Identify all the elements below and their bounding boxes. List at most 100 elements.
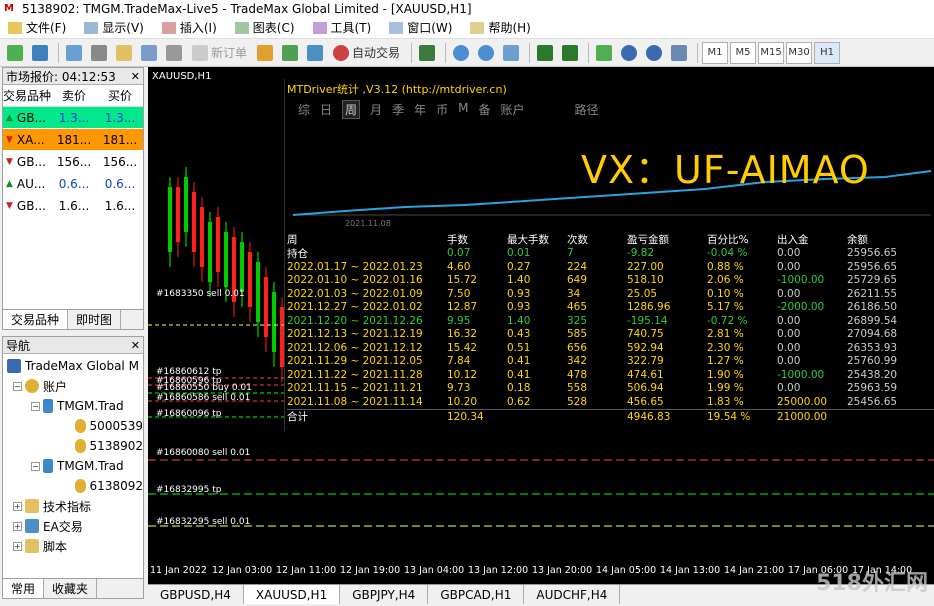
tree-server-1[interactable]: − TMGM.Trad [7, 396, 143, 416]
tree-indicators[interactable]: + 技术指标 [7, 496, 143, 516]
timeframe-m1-button[interactable]: M1 [702, 41, 729, 64]
market-row[interactable]: ▲ GB... 1.3... 1.3... [3, 107, 143, 129]
market-row[interactable]: ▼ GB... 156... 156... [3, 151, 143, 173]
chart-tab[interactable]: XAUUSD,H1 [243, 585, 341, 604]
stats-week-row: 2021.11.22 ~ 2021.11.28 10.12 0.41 478 474.6… [287, 368, 898, 381]
profiles-button[interactable] [29, 42, 51, 64]
zoom-in-button[interactable] [450, 42, 472, 64]
chart-properties-button[interactable] [668, 42, 690, 64]
market-ask: 156... [102, 154, 138, 169]
close-icon[interactable]: ✕ [131, 339, 143, 352]
menu-file[interactable]: 文件(F) [8, 19, 66, 36]
tree-expert-advisors[interactable]: + EA交易 [7, 516, 143, 536]
timeframe-m5-button[interactable]: M5 [730, 41, 757, 64]
tab-tick-chart[interactable]: 即时图 [68, 310, 122, 329]
chart-tab[interactable]: AUDCHF,H4 [524, 585, 621, 604]
column-symbol[interactable]: 交易品种 [3, 87, 51, 104]
templates-button[interactable] [643, 42, 665, 64]
tester-button[interactable] [163, 42, 185, 64]
tree-account[interactable]: 6138092 [7, 476, 143, 496]
terminal-button[interactable] [138, 42, 160, 64]
signals-button[interactable] [279, 42, 301, 64]
stats-nav-item[interactable]: 年 [414, 101, 426, 119]
market-symbol: ▼ XA... [6, 132, 45, 147]
market-watch-button[interactable] [63, 42, 85, 64]
market-row[interactable]: ▼ XA... 181... 181... [3, 129, 143, 151]
chart-shift-button[interactable] [534, 42, 556, 64]
market-bid: 1.3... [58, 110, 90, 125]
stats-nav-item[interactable]: 季 [392, 101, 404, 119]
menu-help[interactable]: 帮助(H) [470, 19, 531, 36]
window-title: 5138902: TMGM.TradeMax-Live5 - TradeMax … [22, 1, 472, 16]
menu-insert[interactable]: 插入(I) [161, 19, 217, 36]
expand-icon[interactable]: + [13, 541, 22, 551]
stats-nav-item[interactable]: 日 [320, 101, 332, 119]
stats-nav-item[interactable]: 备 [478, 101, 490, 119]
collapse-icon[interactable]: − [31, 461, 40, 471]
close-icon[interactable]: ✕ [131, 70, 143, 83]
navigator-button[interactable] [113, 42, 135, 64]
expand-icon[interactable]: + [13, 521, 22, 531]
tab-favorites[interactable]: 收藏夹 [44, 579, 98, 598]
menu-charts[interactable]: 图表(C) [234, 19, 295, 36]
tile-windows-button[interactable] [500, 42, 522, 64]
market-watch-header: 市场报价: 04:12:53 ✕ [3, 68, 143, 85]
tree-scripts[interactable]: + 脚本 [7, 536, 143, 556]
stats-nav-item[interactable]: 路径 [575, 101, 599, 119]
menu-window[interactable]: 窗口(W) [389, 19, 452, 36]
tree-server-2[interactable]: − TMGM.Trad [7, 456, 143, 476]
stats-total-row: 合计 120.34 4946.83 19.54 % 21000.00 [287, 408, 934, 424]
tree-account[interactable]: 5138902 [7, 436, 143, 456]
expand-icon[interactable]: + [13, 501, 22, 511]
periods-button[interactable] [618, 42, 640, 64]
trade-label: #16860586 sell 0.01 [156, 393, 251, 403]
stats-nav-item[interactable]: 周 [342, 100, 361, 119]
tree-root[interactable]: TradeMax Global M [7, 356, 143, 376]
stats-nav-item[interactable]: 月 [370, 101, 382, 119]
market-watch-panel: 市场报价: 04:12:53 ✕ 交易品种 卖价 买价 ▲ GB... 1.3...… [2, 67, 144, 330]
indicators-button[interactable] [593, 42, 615, 64]
stats-nav-item[interactable]: 币 [436, 101, 448, 119]
file-icon [8, 21, 22, 34]
autoscroll-button[interactable] [559, 42, 581, 64]
collapse-icon[interactable]: − [31, 401, 40, 411]
collapse-icon[interactable]: − [13, 381, 22, 391]
chart-tab[interactable]: GBPJPY,H4 [340, 585, 429, 604]
crosshair-button[interactable] [88, 42, 110, 64]
auto-trading-button[interactable]: 自动交易 [329, 42, 404, 64]
stats-nav-item[interactable]: M [458, 101, 468, 119]
terminal-icon [7, 359, 21, 373]
account-icon [75, 439, 86, 453]
time-axis-label: 12 Jan 03:00 [212, 565, 273, 576]
new-chart-button[interactable] [4, 42, 26, 64]
menu-view[interactable]: 显示(V) [84, 19, 144, 36]
vps-icon [307, 44, 324, 61]
vps-button[interactable] [304, 42, 326, 64]
new-order-button[interactable]: 新订单 [188, 42, 251, 64]
candle [184, 177, 188, 232]
market-row[interactable]: ▲ AU... 0.6... 0.6... [3, 173, 143, 195]
tree-accounts[interactable]: − 账户 [7, 376, 143, 396]
market-row[interactable]: ▼ GB... 1.6... 1.6... [3, 195, 143, 217]
chart-tab[interactable]: GBPUSD,H4 [148, 585, 244, 604]
bar-chart-button[interactable] [416, 42, 438, 64]
column-ask[interactable]: 买价 [97, 87, 143, 104]
metaeditor-button[interactable] [254, 42, 276, 64]
zoom-out-button[interactable] [475, 42, 497, 64]
trade-label: #16860096 tp [156, 409, 222, 419]
tab-common[interactable]: 常用 [3, 579, 45, 598]
timeframe-m30-button[interactable]: M30 [786, 41, 813, 64]
menu-tools[interactable]: 工具(T) [312, 19, 371, 36]
candle [200, 207, 204, 267]
market-watch-columns: 交易品种 卖价 买价 [3, 85, 143, 107]
market-ask: 1.3... [104, 110, 136, 125]
stats-nav-item[interactable]: 综 [298, 101, 310, 119]
tab-symbols[interactable]: 交易品种 [3, 310, 69, 329]
trade-label: #16832995 tp [156, 485, 222, 495]
column-bid[interactable]: 卖价 [51, 87, 97, 104]
chart-tab[interactable]: GBPCAD,H1 [428, 585, 525, 604]
timeframe-m15-button[interactable]: M15 [758, 41, 785, 64]
tree-account[interactable]: 5000539 [7, 416, 143, 436]
stats-nav-item[interactable]: 账户 [500, 101, 524, 119]
timeframe-h1-button[interactable]: H1 [814, 41, 841, 64]
